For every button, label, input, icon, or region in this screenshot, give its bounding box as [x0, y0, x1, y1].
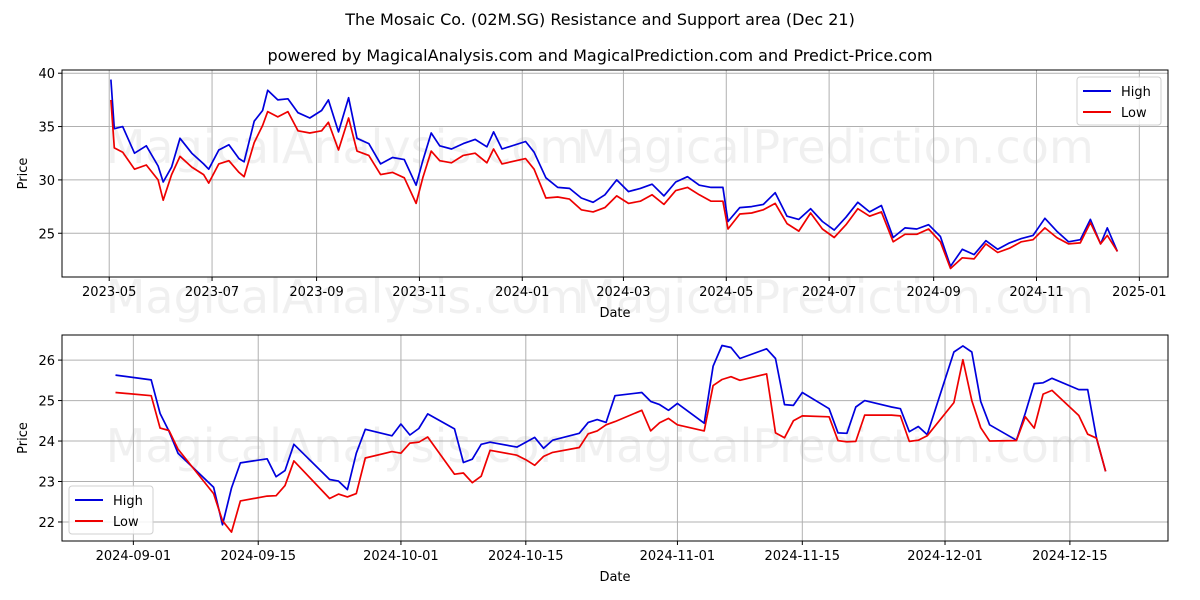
- bottom-y-ticks: 22 23 24 25 26: [38, 354, 62, 531]
- x-tick-label: 2024-10-15: [488, 549, 564, 564]
- y-tick-label: 23: [38, 476, 55, 491]
- x-tick-label: 2025-01: [1112, 285, 1166, 300]
- y-tick-label: 25: [38, 227, 55, 242]
- y-tick-label: 30: [38, 174, 55, 189]
- legend-label-low: Low: [113, 515, 139, 530]
- x-tick-label: 2024-11-15: [765, 549, 841, 564]
- bottom-x-axis-label: Date: [599, 570, 630, 585]
- figure: MagicalAnalysis.com MagicalPrediction.co…: [16, 67, 1169, 585]
- top-legend: High Low: [1076, 76, 1162, 126]
- top-y-ticks: 25 30 35 40: [38, 67, 62, 242]
- x-tick-label: 2024-05: [699, 285, 753, 300]
- x-tick-label: 2023-11: [392, 285, 446, 300]
- y-tick-label: 40: [38, 67, 55, 82]
- x-tick-label: 2024-12-01: [907, 549, 983, 564]
- top-y-axis-label: Price: [16, 158, 31, 190]
- bottom-y-axis-label: Price: [16, 422, 31, 454]
- x-tick-label: 2024-09-15: [220, 549, 296, 564]
- y-tick-label: 26: [38, 354, 55, 369]
- watermark-top-2: MagicalPrediction.com: [576, 120, 1094, 174]
- x-tick-label: 2024-07: [802, 285, 856, 300]
- bottom-x-ticks: 2024-09-01 2024-09-15 2024-10-01 2024-10-15…: [96, 541, 1108, 564]
- x-tick-label: 2024-12-15: [1032, 549, 1108, 564]
- legend-label-high: High: [113, 494, 143, 509]
- top-series: [110, 79, 1119, 270]
- bottom-legend: High Low: [68, 485, 154, 535]
- x-tick-label: 2023-05: [82, 285, 136, 300]
- x-tick-label: 2024-09: [906, 285, 960, 300]
- y-tick-label: 22: [38, 516, 55, 531]
- legend-label-low: Low: [1121, 106, 1147, 121]
- x-tick-label: 2024-11-01: [640, 549, 716, 564]
- x-tick-label: 2024-03: [596, 285, 650, 300]
- x-tick-label: 2024-01: [495, 285, 549, 300]
- x-tick-label: 2023-09: [289, 285, 343, 300]
- x-tick-label: 2024-09-01: [96, 549, 172, 564]
- legend-label-high: High: [1121, 85, 1151, 100]
- x-tick-label: 2024-10-01: [363, 549, 439, 564]
- x-tick-label: 2023-07: [185, 285, 239, 300]
- y-tick-label: 35: [38, 121, 55, 136]
- y-tick-label: 24: [38, 435, 55, 450]
- x-tick-label: 2024-11: [1009, 285, 1063, 300]
- y-tick-label: 25: [38, 395, 55, 410]
- top-x-axis-label: Date: [599, 306, 630, 321]
